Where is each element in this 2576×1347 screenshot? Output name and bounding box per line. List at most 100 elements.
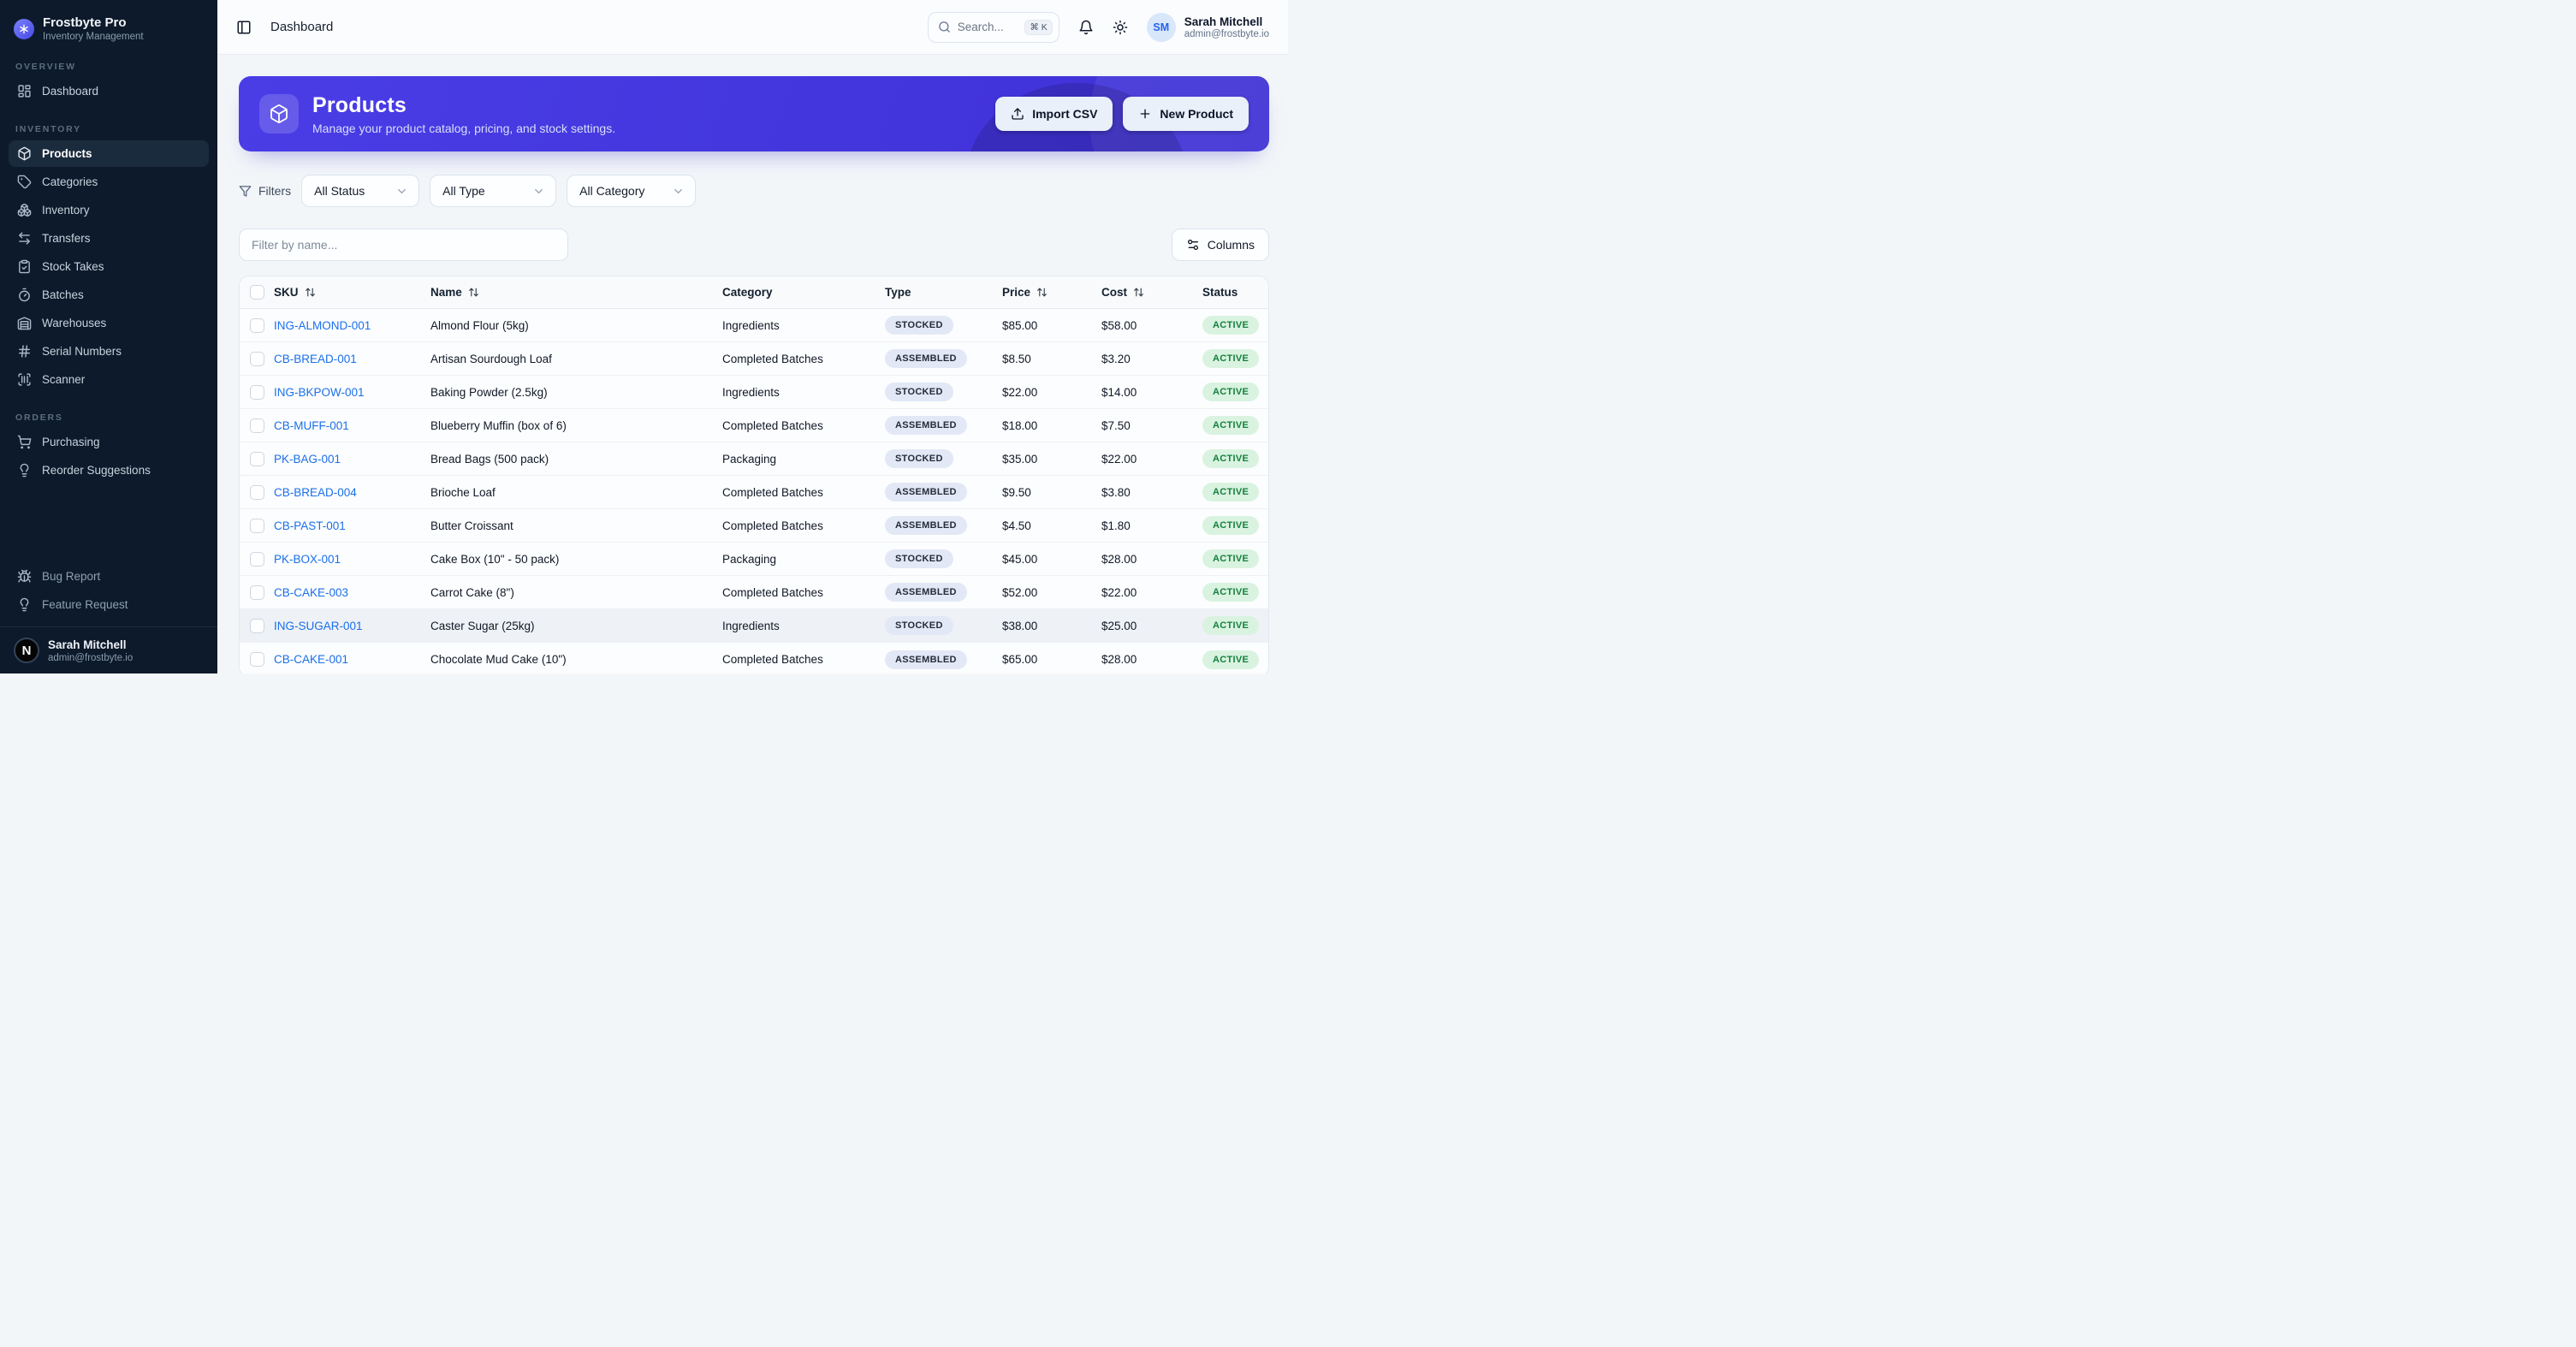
cost-cell: $28.00 xyxy=(1101,653,1202,666)
sort-arrows-icon[interactable] xyxy=(468,287,479,298)
category-filter-select[interactable]: All Category xyxy=(567,175,696,207)
row-checkbox[interactable] xyxy=(250,452,264,466)
banner-title: Products xyxy=(312,93,615,118)
columns-button[interactable]: Columns xyxy=(1172,228,1269,261)
column-header-cost[interactable]: Cost xyxy=(1101,286,1202,299)
barcode-scan-icon xyxy=(17,372,32,387)
sidebar-item-dashboard[interactable]: Dashboard xyxy=(9,78,209,104)
notifications-button[interactable] xyxy=(1078,20,1094,35)
sort-arrows-icon[interactable] xyxy=(1133,287,1144,298)
sidebar-item-purchasing[interactable]: Purchasing xyxy=(9,429,209,455)
app-name: Frostbyte Pro xyxy=(43,15,144,30)
lightbulb-icon xyxy=(17,463,32,478)
sidebar-item-batches[interactable]: Batches xyxy=(9,282,209,308)
select-all-checkbox[interactable] xyxy=(250,285,264,300)
name-cell: Artisan Sourdough Loaf xyxy=(430,353,722,365)
table-row[interactable]: ING-ALMOND-001Almond Flour (5kg)Ingredie… xyxy=(240,309,1268,342)
search-input[interactable]: Search... ⌘ K xyxy=(928,12,1059,43)
category-cell: Ingredients xyxy=(722,319,885,332)
column-header-price[interactable]: Price xyxy=(1002,286,1101,299)
table-row[interactable]: ING-SUGAR-001Caster Sugar (25kg)Ingredie… xyxy=(240,609,1268,643)
sidebar-item-feature-request[interactable]: Feature Request xyxy=(9,591,209,618)
sidebar-toggle-button[interactable] xyxy=(236,20,252,35)
name-filter-input[interactable] xyxy=(239,228,568,261)
column-header-type: Type xyxy=(885,286,1002,299)
table-row[interactable]: PK-BOX-001Cake Box (10" - 50 pack)Packag… xyxy=(240,543,1268,576)
sku-link[interactable]: CB-BREAD-001 xyxy=(274,353,430,365)
table-row[interactable]: CB-CAKE-003Carrot Cake (8")Completed Bat… xyxy=(240,576,1268,609)
sort-arrows-icon[interactable] xyxy=(305,287,316,298)
table-row[interactable]: PK-BAG-001Bread Bags (500 pack)Packaging… xyxy=(240,442,1268,476)
table-row[interactable]: ING-BKPOW-001Baking Powder (2.5kg)Ingred… xyxy=(240,376,1268,409)
snowflake-asterisk-icon xyxy=(14,19,34,39)
sidebar-item-scanner[interactable]: Scanner xyxy=(9,366,209,393)
sku-link[interactable]: ING-SUGAR-001 xyxy=(274,620,430,632)
sidebar-section-label: ORDERS xyxy=(0,412,217,423)
row-checkbox[interactable] xyxy=(250,552,264,567)
products-banner: Products Manage your product catalog, pr… xyxy=(239,76,1269,151)
table-row[interactable]: CB-CAKE-001Chocolate Mud Cake (10")Compl… xyxy=(240,643,1268,674)
sidebar-item-bug-report[interactable]: Bug Report xyxy=(9,563,209,590)
sidebar-item-categories[interactable]: Categories xyxy=(9,169,209,195)
row-checkbox[interactable] xyxy=(250,485,264,500)
row-checkbox[interactable] xyxy=(250,619,264,633)
sku-link[interactable]: CB-MUFF-001 xyxy=(274,419,430,432)
sidebar-item-reorder-suggestions[interactable]: Reorder Suggestions xyxy=(9,457,209,484)
sku-link[interactable]: ING-ALMOND-001 xyxy=(274,319,430,332)
sku-link[interactable]: CB-BREAD-004 xyxy=(274,486,430,499)
sidebar-item-stock-takes[interactable]: Stock Takes xyxy=(9,253,209,280)
row-checkbox[interactable] xyxy=(250,318,264,333)
column-header-name[interactable]: Name xyxy=(430,286,722,299)
sidebar-item-serial-numbers[interactable]: Serial Numbers xyxy=(9,338,209,365)
status-filter-select[interactable]: All Status xyxy=(301,175,419,207)
sku-link[interactable]: CB-CAKE-001 xyxy=(274,653,430,666)
row-checkbox[interactable] xyxy=(250,519,264,533)
sidebar-item-label: Feature Request xyxy=(42,598,128,611)
funnel-icon xyxy=(239,185,252,198)
chevron-down-icon xyxy=(395,185,408,198)
cost-cell: $28.00 xyxy=(1101,553,1202,566)
topbar-user-email: admin@frostbyte.io xyxy=(1184,29,1269,39)
name-cell: Baking Powder (2.5kg) xyxy=(430,386,722,399)
sidebar-item-inventory[interactable]: Inventory xyxy=(9,197,209,223)
clipboard-check-icon xyxy=(17,259,32,274)
row-checkbox[interactable] xyxy=(250,418,264,433)
sku-link[interactable]: ING-BKPOW-001 xyxy=(274,386,430,399)
sku-link[interactable]: CB-PAST-001 xyxy=(274,519,430,532)
row-checkbox[interactable] xyxy=(250,652,264,667)
topbar-user-menu[interactable]: SM Sarah Mitchell admin@frostbyte.io xyxy=(1147,13,1269,42)
sidebar-item-warehouses[interactable]: Warehouses xyxy=(9,310,209,336)
price-cell: $35.00 xyxy=(1002,453,1101,466)
cost-cell: $1.80 xyxy=(1101,519,1202,532)
sku-link[interactable]: CB-CAKE-003 xyxy=(274,586,430,599)
sidebar-item-transfers[interactable]: Transfers xyxy=(9,225,209,252)
table-row[interactable]: CB-BREAD-004Brioche LoafCompleted Batche… xyxy=(240,476,1268,509)
name-cell: Caster Sugar (25kg) xyxy=(430,620,722,632)
row-checkbox[interactable] xyxy=(250,385,264,400)
lightbulb-icon xyxy=(17,597,32,612)
column-header-sku[interactable]: SKU xyxy=(274,286,430,299)
import-csv-button[interactable]: Import CSV xyxy=(995,97,1113,131)
status-badge: ACTIVE xyxy=(1202,449,1259,468)
table-row[interactable]: CB-MUFF-001Blueberry Muffin (box of 6)Co… xyxy=(240,409,1268,442)
type-badge: ASSEMBLED xyxy=(885,516,967,535)
table-row[interactable]: CB-BREAD-001Artisan Sourdough LoafComple… xyxy=(240,342,1268,376)
topbar-user-name: Sarah Mitchell xyxy=(1184,15,1269,28)
table-row[interactable]: CB-PAST-001Butter CroissantCompleted Bat… xyxy=(240,509,1268,543)
sidebar-item-products[interactable]: Products xyxy=(9,140,209,167)
chevron-down-icon xyxy=(672,185,685,198)
name-cell: Carrot Cake (8") xyxy=(430,586,722,599)
new-product-button[interactable]: New Product xyxy=(1123,97,1249,131)
avatar: SM xyxy=(1147,13,1176,42)
row-checkbox[interactable] xyxy=(250,585,264,600)
tag-icon xyxy=(17,175,32,189)
row-checkbox[interactable] xyxy=(250,352,264,366)
sidebar-item-label: Dashboard xyxy=(42,85,98,98)
theme-toggle-button[interactable] xyxy=(1113,20,1128,35)
sku-link[interactable]: PK-BAG-001 xyxy=(274,453,430,466)
table-header-row: SKUNameCategoryTypePriceCostStatus xyxy=(240,276,1268,309)
sidebar-user-card[interactable]: N Sarah Mitchell admin@frostbyte.io xyxy=(0,626,217,674)
sort-arrows-icon[interactable] xyxy=(1036,287,1048,298)
sku-link[interactable]: PK-BOX-001 xyxy=(274,553,430,566)
type-filter-select[interactable]: All Type xyxy=(430,175,556,207)
